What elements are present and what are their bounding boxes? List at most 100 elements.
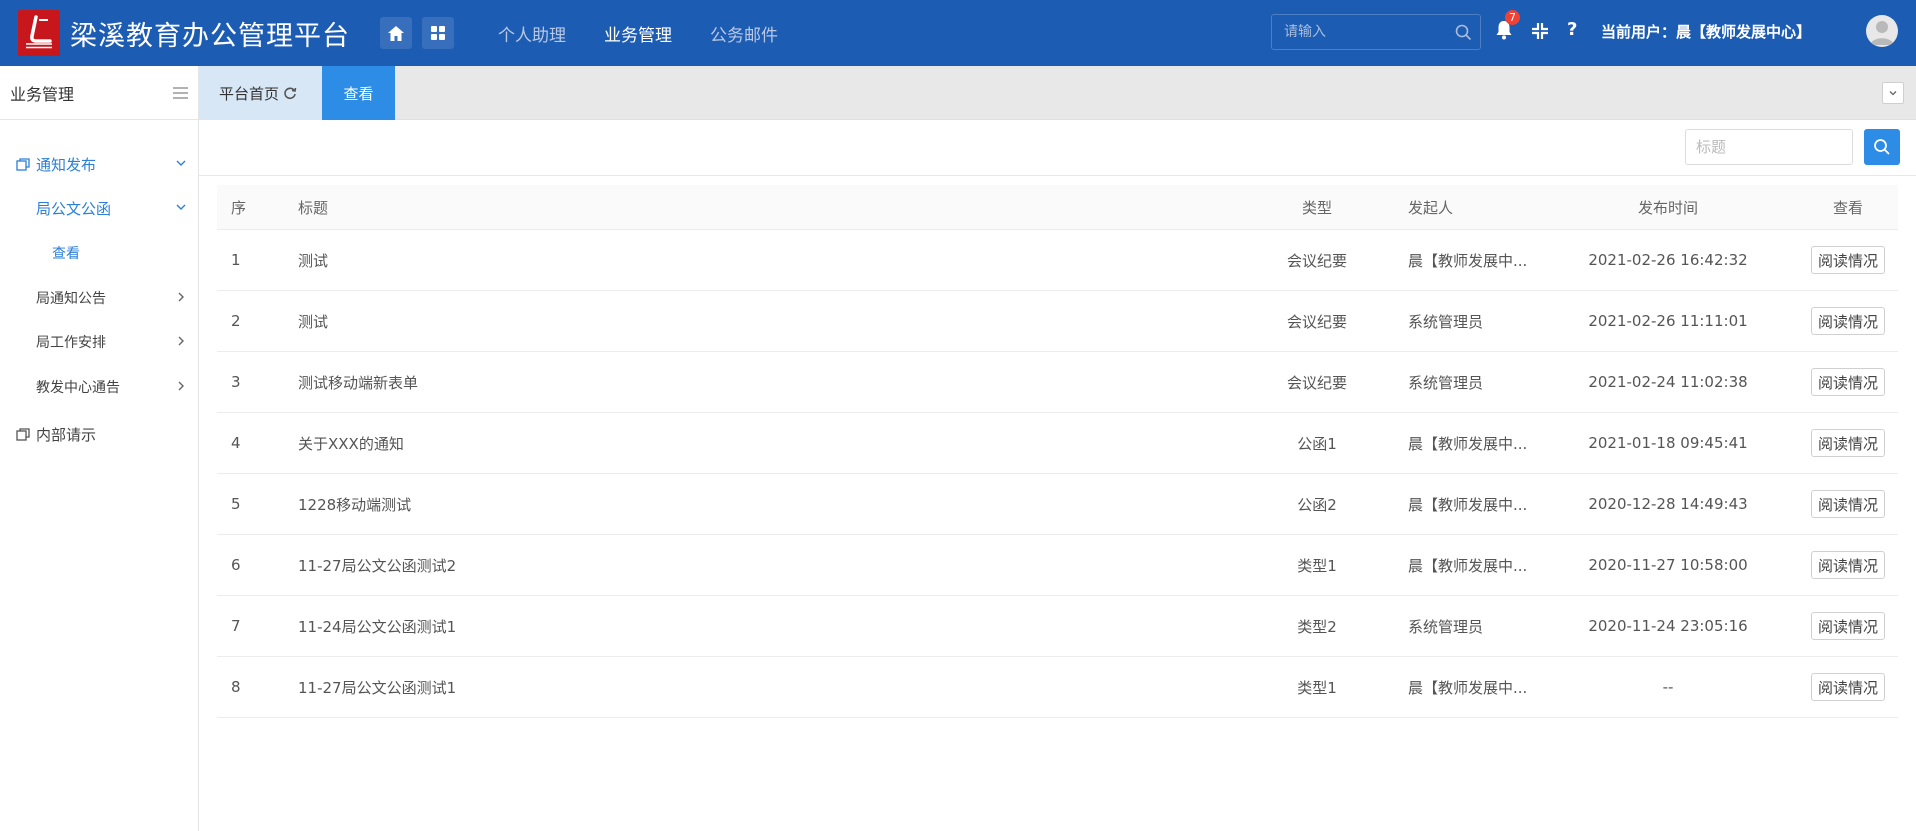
cell-title[interactable]: 关于XXX的通知 bbox=[298, 413, 1198, 473]
cell-title[interactable]: 11-24局公文公函测试1 bbox=[298, 596, 1198, 656]
table-header: 序 标题 类型 发起人 发布时间 查看 bbox=[217, 185, 1898, 230]
sidebar-item-label: 局工作安排 bbox=[36, 335, 106, 351]
tab-dropdown-button[interactable] bbox=[1882, 82, 1904, 104]
cell-publish-time: 2020-11-27 10:58:00 bbox=[1588, 556, 1748, 574]
read-status-button[interactable]: 阅读情况 bbox=[1810, 307, 1885, 335]
notification-badge: 7 bbox=[1505, 10, 1520, 25]
search-icon bbox=[1874, 139, 1890, 155]
cell-title[interactable]: 测试 bbox=[298, 291, 1198, 351]
tab-view[interactable]: 查看 bbox=[322, 66, 395, 120]
header-title: 标题 bbox=[298, 198, 329, 217]
sidebar-item-label: 局通知公告 bbox=[36, 291, 106, 307]
table-row: 2 测试 会议纪要 系统管理员 2021-02-26 11:11:01 阅读情况 bbox=[217, 291, 1898, 352]
cell-publish-time: 2021-02-24 11:02:38 bbox=[1588, 373, 1748, 391]
cell-view: 阅读情况 bbox=[1800, 291, 1896, 351]
chevron-down-icon bbox=[176, 204, 186, 210]
cell-sender: 晨【教师发展中... bbox=[1408, 434, 1528, 453]
folder-icon bbox=[16, 157, 30, 171]
cell-type: 公函2 bbox=[1297, 495, 1337, 514]
cell-seq: 4 bbox=[231, 434, 241, 452]
chevron-right-icon bbox=[178, 381, 184, 391]
cell-view: 阅读情况 bbox=[1800, 413, 1896, 473]
sidebar-item-bureau-notices[interactable]: 局通知公告 bbox=[0, 276, 199, 320]
cell-title[interactable]: 测试移动端新表单 bbox=[298, 352, 1198, 412]
title-filter-input[interactable] bbox=[1685, 129, 1853, 165]
app-title: 梁溪教育办公管理平台 bbox=[70, 20, 350, 52]
sidebar-item-label: 内部请示 bbox=[36, 425, 97, 444]
cell-type: 类型1 bbox=[1297, 678, 1337, 697]
cell-publish-time: 2020-11-24 23:05:16 bbox=[1588, 617, 1748, 635]
table-row: 7 11-24局公文公函测试1 类型2 系统管理员 2020-11-24 23:… bbox=[217, 596, 1898, 657]
topnav-business-management[interactable]: 业务管理 bbox=[604, 21, 672, 46]
read-status-button[interactable]: 阅读情况 bbox=[1810, 551, 1885, 579]
topnav-personal-assistant[interactable]: 个人助理 bbox=[498, 21, 566, 46]
topnav-official-mail[interactable]: 公务邮件 bbox=[710, 21, 778, 46]
sidebar-item-internal-requests[interactable]: 内部请示 bbox=[0, 412, 199, 456]
table-row: 3 测试移动端新表单 会议纪要 系统管理员 2021-02-24 11:02:3… bbox=[217, 352, 1898, 413]
cell-seq: 2 bbox=[231, 312, 241, 330]
global-search-input[interactable] bbox=[1272, 24, 1444, 40]
user-avatar[interactable] bbox=[1866, 15, 1898, 47]
read-status-button[interactable]: 阅读情况 bbox=[1810, 429, 1885, 457]
cell-view: 阅读情况 bbox=[1800, 657, 1896, 717]
cell-title[interactable]: 11-27局公文公函测试2 bbox=[298, 535, 1198, 595]
read-status-button[interactable]: 阅读情况 bbox=[1810, 490, 1885, 518]
sidebar-item-label: 查看 bbox=[52, 246, 80, 262]
cell-sender: 晨【教师发展中... bbox=[1408, 678, 1528, 697]
help-icon[interactable]: ? bbox=[1567, 19, 1577, 40]
refresh-icon[interactable] bbox=[283, 86, 297, 100]
home-icon bbox=[388, 25, 404, 41]
read-status-button[interactable]: 阅读情况 bbox=[1810, 246, 1885, 274]
sidebar-item-center-announcements[interactable]: 教发中心通告 bbox=[0, 365, 199, 409]
header-view: 查看 bbox=[1832, 198, 1863, 217]
apps-grid-button[interactable] bbox=[422, 17, 454, 49]
chevron-down-icon bbox=[1889, 91, 1897, 96]
cell-sender: 晨【教师发展中... bbox=[1408, 495, 1528, 514]
sidebar-item-label: 教发中心通告 bbox=[36, 380, 120, 396]
app-logo[interactable]: 梁溪教育办公管理平台 bbox=[18, 0, 358, 66]
read-status-button[interactable]: 阅读情况 bbox=[1810, 673, 1885, 701]
cell-sender: 系统管理员 bbox=[1408, 617, 1484, 636]
search-icon[interactable] bbox=[1455, 24, 1472, 41]
sidebar-item-view[interactable]: 查看 bbox=[0, 231, 199, 275]
header-seq: 序 bbox=[231, 198, 247, 217]
chevron-right-icon bbox=[178, 292, 184, 302]
read-status-button[interactable]: 阅读情况 bbox=[1810, 612, 1885, 640]
cell-type: 会议纪要 bbox=[1286, 312, 1347, 331]
filter-bar bbox=[199, 121, 1916, 176]
cell-sender: 系统管理员 bbox=[1408, 312, 1484, 331]
header-type: 类型 bbox=[1301, 198, 1332, 217]
chevron-down-icon bbox=[176, 160, 186, 166]
search-button[interactable] bbox=[1864, 129, 1900, 165]
tab-platform-home[interactable]: 平台首页 bbox=[199, 66, 322, 120]
cell-publish-time: 2021-01-18 09:45:41 bbox=[1588, 434, 1748, 452]
sidebar-title: 业务管理 bbox=[10, 84, 75, 104]
home-button[interactable] bbox=[380, 17, 412, 49]
cell-title[interactable]: 1228移动端测试 bbox=[298, 474, 1198, 534]
tab-label: 平台首页 bbox=[219, 84, 280, 103]
table-row: 4 关于XXX的通知 公函1 晨【教师发展中... 2021-01-18 09:… bbox=[217, 413, 1898, 474]
cell-type: 会议纪要 bbox=[1286, 373, 1347, 392]
cell-type: 类型2 bbox=[1297, 617, 1337, 636]
sidebar-item-label: 通知发布 bbox=[36, 155, 97, 174]
chevron-right-icon bbox=[178, 336, 184, 346]
table-row: 6 11-27局公文公函测试2 类型1 晨【教师发展中... 2020-11-2… bbox=[217, 535, 1898, 596]
cell-seq: 6 bbox=[231, 556, 241, 574]
sidebar-item-bureau-documents[interactable]: 局公文公函 bbox=[0, 186, 199, 230]
cell-publish-time: 2020-12-28 14:49:43 bbox=[1588, 495, 1748, 513]
current-user-label[interactable]: 当前用户：晨【教师发展中心】 bbox=[1601, 21, 1811, 42]
cell-seq: 7 bbox=[231, 617, 241, 635]
header-publish-time: 发布时间 bbox=[1637, 198, 1698, 217]
fullscreen-icon[interactable] bbox=[1531, 22, 1549, 40]
menu-toggle-icon[interactable] bbox=[173, 86, 188, 99]
cell-type: 类型1 bbox=[1297, 556, 1337, 575]
sidebar-item-bureau-work-plan[interactable]: 局工作安排 bbox=[0, 320, 199, 364]
cell-title[interactable]: 11-27局公文公函测试1 bbox=[298, 657, 1198, 717]
cell-title[interactable]: 测试 bbox=[298, 230, 1198, 290]
grid-icon bbox=[431, 26, 445, 40]
read-status-button[interactable]: 阅读情况 bbox=[1810, 368, 1885, 396]
cell-view: 阅读情况 bbox=[1800, 535, 1896, 595]
sidebar-item-notice-publish[interactable]: 通知发布 bbox=[0, 142, 199, 186]
cell-type: 会议纪要 bbox=[1286, 251, 1347, 270]
top-navigation: 个人助理 业务管理 公务邮件 bbox=[498, 21, 816, 46]
